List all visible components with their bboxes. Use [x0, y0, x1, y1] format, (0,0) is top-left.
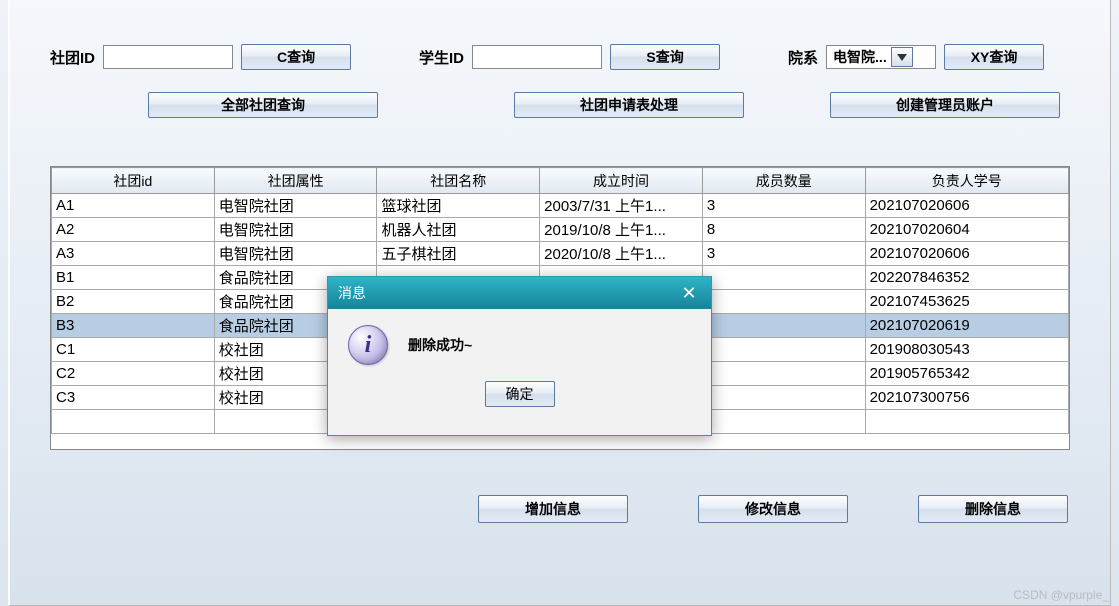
- table-cell[interactable]: 2019/10/8 上午1...: [540, 218, 703, 242]
- info-icon: i: [348, 325, 388, 365]
- watermark: CSDN @vpurple_: [1013, 588, 1109, 602]
- club-id-label: 社团ID: [50, 47, 95, 68]
- table-cell[interactable]: 2020/10/8 上午1...: [540, 242, 703, 266]
- table-cell[interactable]: [702, 410, 865, 434]
- all-clubs-button[interactable]: 全部社团查询: [148, 92, 378, 118]
- table-cell[interactable]: A2: [52, 218, 215, 242]
- table-cell[interactable]: 电智院社团: [214, 218, 377, 242]
- table-cell[interactable]: [702, 314, 865, 338]
- dialog-actions: 确定: [328, 381, 711, 417]
- table-header-row: 社团id 社团属性 社团名称 成立时间 成员数量 负责人学号: [52, 168, 1069, 194]
- table-cell[interactable]: A3: [52, 242, 215, 266]
- dialog-message: 删除成功~: [408, 335, 472, 355]
- student-id-input[interactable]: [472, 45, 602, 69]
- app-window: 社团ID C查询 学生ID S查询 院系 电智院... XY查询 全部社团查询 …: [8, 0, 1111, 606]
- dept-dropdown[interactable]: 电智院...: [826, 45, 936, 69]
- table-cell[interactable]: 202107300756: [865, 386, 1068, 410]
- table-cell[interactable]: [702, 386, 865, 410]
- club-id-input[interactable]: [103, 45, 233, 69]
- table-cell[interactable]: 202107020606: [865, 194, 1068, 218]
- th-club-attr[interactable]: 社团属性: [214, 168, 377, 194]
- table-cell[interactable]: [865, 410, 1068, 434]
- add-button[interactable]: 增加信息: [478, 495, 628, 523]
- table-cell[interactable]: [702, 338, 865, 362]
- table-cell[interactable]: C3: [52, 386, 215, 410]
- table-cell[interactable]: 202107020604: [865, 218, 1068, 242]
- search-row: 社团ID C查询 学生ID S查询 院系 电智院... XY查询: [10, 44, 1110, 70]
- table-cell[interactable]: B2: [52, 290, 215, 314]
- chevron-down-icon[interactable]: [891, 47, 913, 67]
- dialog-title-text: 消息: [338, 283, 366, 303]
- table-row[interactable]: A3电智院社团五子棋社团2020/10/8 上午1...320210702060…: [52, 242, 1069, 266]
- message-dialog: 消息 ✕ i 删除成功~ 确定: [327, 276, 712, 436]
- table-cell[interactable]: 3: [702, 242, 865, 266]
- table-cell[interactable]: C2: [52, 362, 215, 386]
- table-cell[interactable]: A1: [52, 194, 215, 218]
- edit-button[interactable]: 修改信息: [698, 495, 848, 523]
- th-leader-id[interactable]: 负责人学号: [865, 168, 1068, 194]
- create-admin-button[interactable]: 创建管理员账户: [830, 92, 1060, 118]
- table-cell[interactable]: C1: [52, 338, 215, 362]
- dialog-body: i 删除成功~: [328, 309, 711, 381]
- actions-row: 增加信息 修改信息 删除信息: [10, 495, 1110, 523]
- close-icon[interactable]: ✕: [677, 281, 701, 305]
- table-cell[interactable]: 202207846352: [865, 266, 1068, 290]
- delete-button[interactable]: 删除信息: [918, 495, 1068, 523]
- dept-label: 院系: [788, 47, 818, 68]
- ok-button[interactable]: 确定: [485, 381, 555, 407]
- table-cell[interactable]: [52, 410, 215, 434]
- table-cell[interactable]: 202107020606: [865, 242, 1068, 266]
- s-query-button[interactable]: S查询: [610, 44, 720, 70]
- table-cell[interactable]: 202107020619: [865, 314, 1068, 338]
- xy-query-button[interactable]: XY查询: [944, 44, 1044, 70]
- table-row[interactable]: A2电智院社团机器人社团2019/10/8 上午1...820210702060…: [52, 218, 1069, 242]
- apply-process-button[interactable]: 社团申请表处理: [514, 92, 744, 118]
- dialog-titlebar[interactable]: 消息 ✕: [328, 277, 711, 309]
- table-cell[interactable]: 五子棋社团: [377, 242, 540, 266]
- table-cell[interactable]: [702, 362, 865, 386]
- table-cell[interactable]: 电智院社团: [214, 242, 377, 266]
- table-cell[interactable]: 机器人社团: [377, 218, 540, 242]
- dept-selected-value: 电智院...: [833, 47, 887, 67]
- table-cell[interactable]: [702, 290, 865, 314]
- table-cell[interactable]: 篮球社团: [377, 194, 540, 218]
- th-club-id[interactable]: 社团id: [52, 168, 215, 194]
- toolbar-row: 全部社团查询 社团申请表处理 创建管理员账户: [10, 92, 1110, 118]
- c-query-button[interactable]: C查询: [241, 44, 351, 70]
- table-cell[interactable]: 电智院社团: [214, 194, 377, 218]
- table-cell[interactable]: 201905765342: [865, 362, 1068, 386]
- table-cell[interactable]: 201908030543: [865, 338, 1068, 362]
- th-club-name[interactable]: 社团名称: [377, 168, 540, 194]
- table-cell[interactable]: 202107453625: [865, 290, 1068, 314]
- th-create-time[interactable]: 成立时间: [540, 168, 703, 194]
- table-cell[interactable]: B3: [52, 314, 215, 338]
- th-member-count[interactable]: 成员数量: [702, 168, 865, 194]
- table-cell[interactable]: 8: [702, 218, 865, 242]
- table-cell[interactable]: 2003/7/31 上午1...: [540, 194, 703, 218]
- table-cell[interactable]: [702, 266, 865, 290]
- table-row[interactable]: A1电智院社团篮球社团2003/7/31 上午1...3202107020606: [52, 194, 1069, 218]
- table-cell[interactable]: B1: [52, 266, 215, 290]
- table-cell[interactable]: 3: [702, 194, 865, 218]
- student-id-label: 学生ID: [419, 47, 464, 68]
